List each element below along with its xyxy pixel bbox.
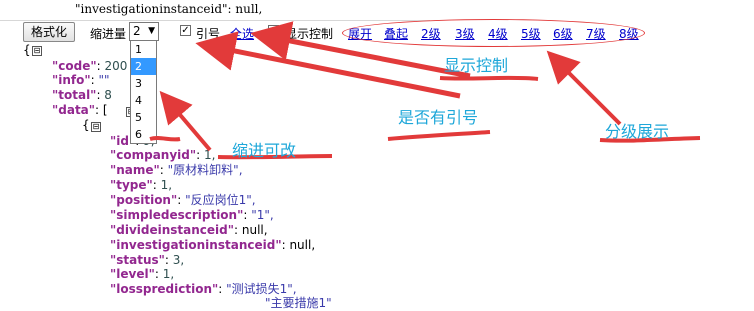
annotation-indent: 缩进可改: [232, 141, 297, 160]
annotation-levels: 分级展示: [605, 122, 670, 141]
arrow-to-indent: [159, 90, 212, 152]
arrow-to-show-control: [250, 21, 471, 79]
annotation-marks: [149, 21, 701, 160]
underline-quotes: [387, 130, 491, 141]
underline-show-control: [439, 75, 539, 81]
annotation-show-control: 显示控制: [444, 56, 509, 75]
annotation-quotes: 是否有引号: [398, 108, 479, 127]
id-scribble: [149, 136, 181, 142]
arrow-to-quote-checkbox: [195, 31, 461, 99]
arrow-to-levels: [546, 50, 622, 126]
